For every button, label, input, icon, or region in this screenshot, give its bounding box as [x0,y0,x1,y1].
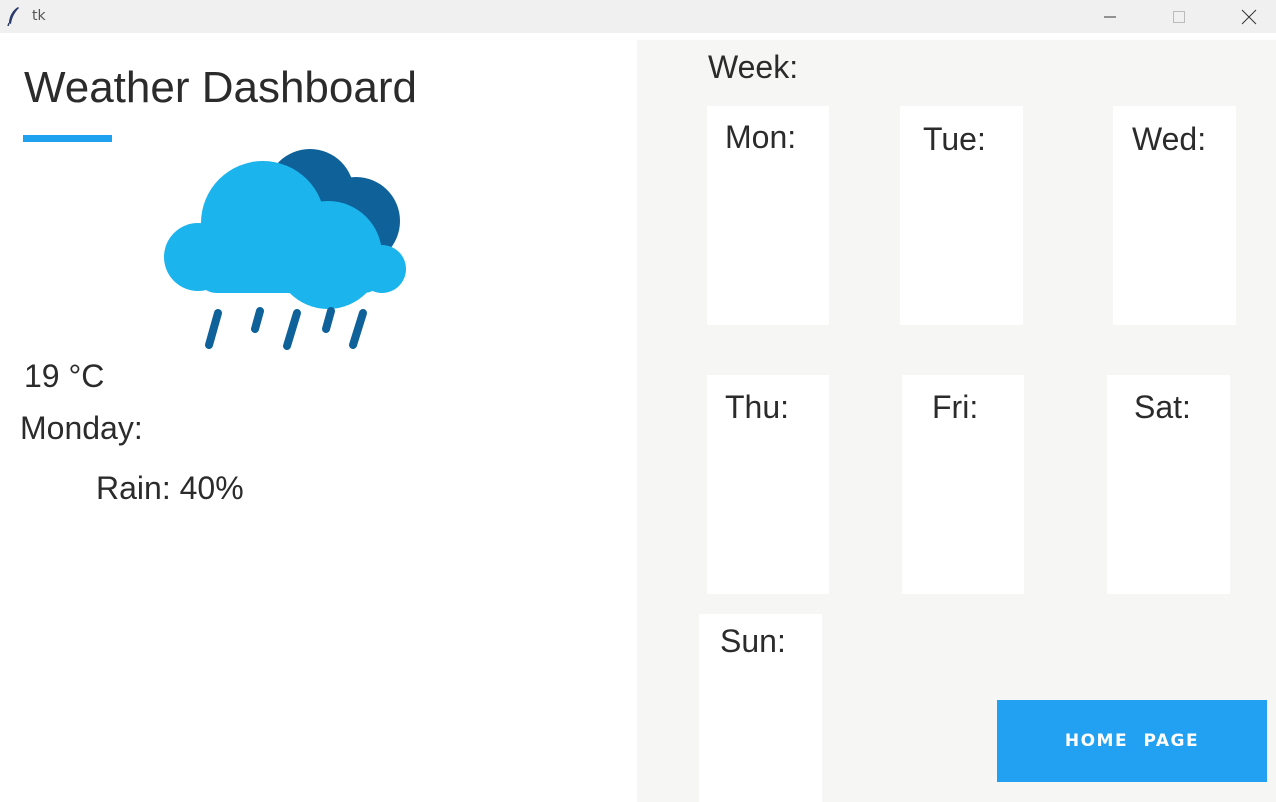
day-card-tue: Tue: [900,106,1023,325]
day-card-thu: Thu: [707,375,829,594]
day-card-label: Sun: [720,623,786,659]
window-title: tk [32,8,46,24]
rain-chance-label: Rain: 40% [96,470,244,506]
feather-icon [7,7,19,26]
day-card-label: Thu: [725,389,790,425]
day-card-label: Tue: [923,121,986,157]
day-card-label: Mon: [725,119,797,155]
minimize-button[interactable] [1087,0,1133,33]
day-card-mon: Mon: [707,106,829,325]
close-button[interactable] [1226,0,1272,33]
home-page-button[interactable]: HOME PAGE [997,700,1267,782]
day-card-label: Sat: [1134,389,1191,425]
day-card-label: Wed: [1132,121,1207,157]
day-label: Monday: [20,410,143,446]
page-title: Weather Dashboard [24,63,417,112]
maximize-icon [1173,10,1185,23]
close-icon [1241,9,1257,24]
day-card-label: Fri: [932,389,979,425]
title-underline [23,135,112,142]
title-bar: tk [0,0,1276,33]
day-card-wed: Wed: [1113,106,1236,325]
rain-cloud-icon [164,149,406,350]
temperature-label: 19 °C [24,358,105,394]
week-label: Week: [708,49,799,85]
maximize-button[interactable] [1156,0,1202,33]
minimize-icon [1104,16,1116,17]
day-card-sun: Sun: [699,614,822,802]
day-card-fri: Fri: [902,375,1024,594]
day-card-sat: Sat: [1107,375,1230,594]
